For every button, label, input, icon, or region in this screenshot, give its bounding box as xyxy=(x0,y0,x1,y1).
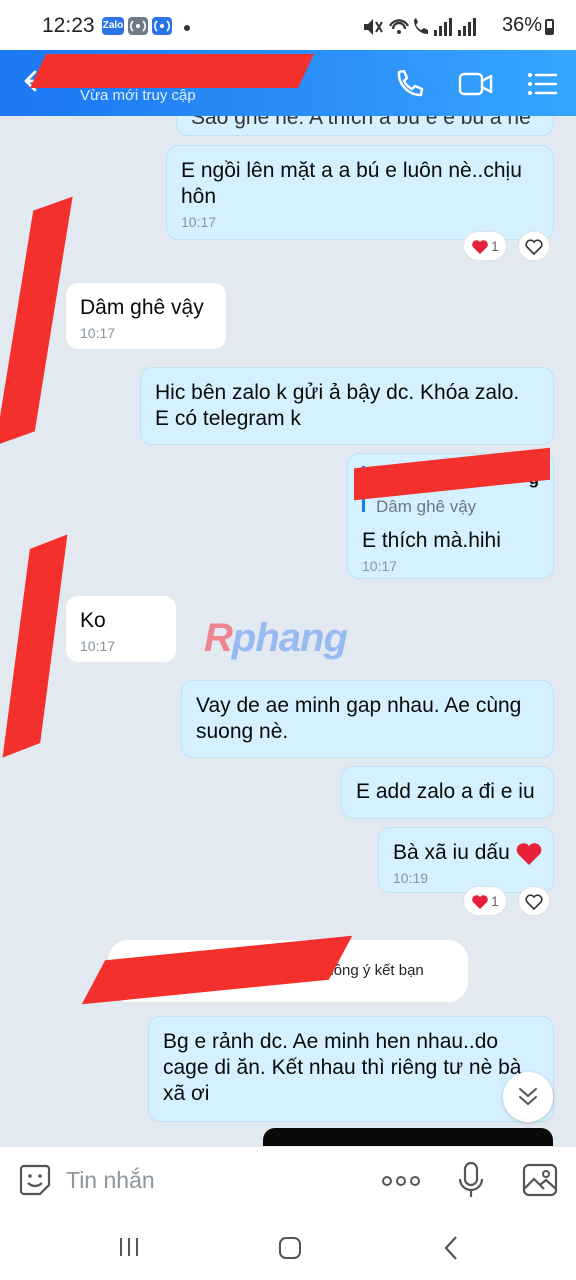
heart-icon xyxy=(472,895,488,909)
clock: 12:23 xyxy=(42,14,95,37)
message-text: Bg e rảnh dc. Ae minh hen nhau..do cage … xyxy=(163,1030,522,1105)
message-bubble-out[interactable]: E add zalo a đi e iu xyxy=(341,766,554,819)
watermark-logo: Rphang xyxy=(204,616,348,660)
phone-icon[interactable] xyxy=(390,64,430,104)
message-bubble-out[interactable]: Hic bên zalo k gửi ả bậy dc. Khóa zalo. … xyxy=(140,367,554,445)
heart-icon xyxy=(472,240,488,254)
message-text: E ngồi lên mặt a a bú e luôn nè..chịu hô… xyxy=(181,159,522,208)
message-text: E add zalo a đi e iu xyxy=(356,780,535,803)
message-bubble-out[interactable]: E ngồi lên mặt a a bú e luôn nè..chịu hô… xyxy=(166,145,554,240)
double-chevron-down-icon xyxy=(519,1088,537,1106)
scroll-to-bottom-button[interactable] xyxy=(503,1072,553,1122)
battery-percent: 36% xyxy=(501,14,542,36)
menu-list-icon[interactable] xyxy=(522,64,562,104)
message-text: Dâm ghê vậy xyxy=(80,296,204,319)
last-seen-status: Vừa mới truy cập xyxy=(80,87,196,104)
home-icon[interactable] xyxy=(278,1236,302,1265)
message-time: 10:17 xyxy=(362,558,398,574)
quoted-text: Dâm ghê vậy xyxy=(376,497,477,516)
system-navigation-bar xyxy=(0,1212,576,1280)
notification-dot xyxy=(184,25,190,31)
recent-apps-icon[interactable] xyxy=(118,1236,140,1263)
redacted-contact-name xyxy=(30,54,314,88)
reaction-heart[interactable]: 1 xyxy=(463,231,507,261)
redacted-avatar xyxy=(0,196,73,446)
message-text: Hic bên zalo k gửi ả bậy dc. Khóa zalo. … xyxy=(155,381,520,430)
zalo-notification-icon: Zalo xyxy=(102,17,124,35)
message-text: Ko xyxy=(80,609,106,632)
microphone-icon[interactable] xyxy=(456,1161,486,1204)
message-text: Vay de ae minh gap nhau. Ae cùng suong n… xyxy=(196,694,522,743)
heart-outline-icon xyxy=(525,894,543,910)
status-icons xyxy=(364,18,476,36)
reaction-count: 1 xyxy=(491,238,499,254)
message-input[interactable]: Tin nhắn xyxy=(66,1167,155,1194)
video-call-icon[interactable] xyxy=(456,64,496,104)
message-bubble-out[interactable]: Bà xã iu dấu 10:19 xyxy=(378,827,554,893)
more-options-icon[interactable] xyxy=(382,1174,420,1192)
hotspot-icon xyxy=(128,17,148,35)
redacted-avatar xyxy=(2,534,68,758)
sticker-icon[interactable] xyxy=(18,1163,52,1202)
message-time: 10:19 xyxy=(393,870,429,886)
media-preview[interactable] xyxy=(263,1128,553,1146)
battery-icon xyxy=(545,19,554,35)
reaction-heart[interactable]: 1 xyxy=(463,886,507,916)
message-bubble-out[interactable]: Vay de ae minh gap nhau. Ae cùng suong n… xyxy=(181,680,554,758)
status-bar: 12:23 Zalo 36% xyxy=(0,0,576,50)
message-time: 10:17 xyxy=(80,325,116,341)
reaction-count: 1 xyxy=(491,893,499,909)
back-nav-icon[interactable] xyxy=(442,1235,460,1266)
message-time: 10:17 xyxy=(181,214,217,230)
message-bubble-in[interactable]: Ko 10:17 xyxy=(66,596,176,662)
chat-header: Vừa mới truy cập xyxy=(0,50,576,116)
message-time: 10:17 xyxy=(80,638,116,654)
message-text: Bà xã iu dấu xyxy=(393,841,510,864)
message-list[interactable]: Sao ghê nè. A thích ả bú e e bú a hè E n… xyxy=(0,116,576,1146)
message-bubble-out[interactable]: Bg e rảnh dc. Ae minh hen nhau..do cage … xyxy=(148,1016,554,1122)
react-button[interactable] xyxy=(518,231,550,261)
message-bubble-in[interactable]: Dâm ghê vậy 10:17 xyxy=(66,283,226,349)
image-icon[interactable] xyxy=(522,1163,558,1202)
message-bubble-partial[interactable]: Sao ghê nè. A thích ả bú e e bú a hè xyxy=(176,116,554,136)
message-text: Sao ghê nè. A thích ả bú e e bú a hè xyxy=(191,116,531,129)
react-button[interactable] xyxy=(518,886,550,916)
heart-emoji-icon xyxy=(516,843,542,865)
message-input-bar: Tin nhắn xyxy=(0,1146,576,1212)
hotspot-active-icon xyxy=(152,17,172,35)
heart-outline-icon xyxy=(525,239,543,255)
message-text: E thích mà.hihi xyxy=(362,529,501,552)
